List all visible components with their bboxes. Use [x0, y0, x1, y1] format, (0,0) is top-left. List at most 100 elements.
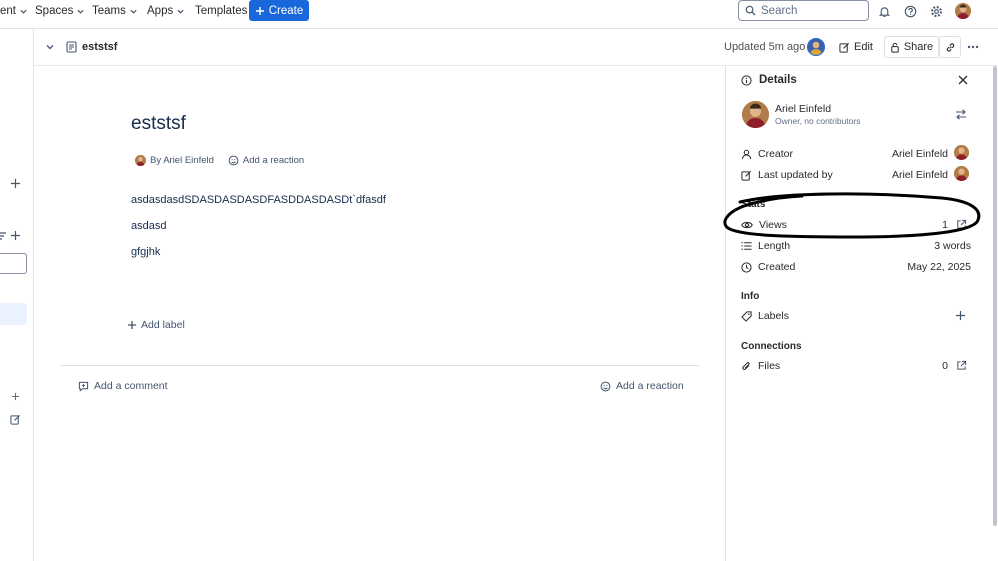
nav-item-content[interactable]: ent [0, 0, 28, 22]
sidebar-edit-button[interactable] [10, 414, 21, 425]
add-label-details-button[interactable] [955, 310, 966, 321]
info-heading: Info [741, 291, 760, 302]
document-icon [66, 41, 77, 53]
nav-item-teams[interactable]: Teams [92, 0, 138, 22]
paragraph-2: asdasd [131, 220, 167, 232]
sidebar-add-content-button[interactable] [10, 230, 21, 241]
nav-item-templates[interactable]: Templates [195, 0, 247, 22]
avatar-image-icon [954, 166, 969, 181]
plus-icon [955, 310, 966, 321]
plus-icon [10, 230, 21, 241]
sidebar-filter-button[interactable] [0, 231, 6, 241]
clock-icon [741, 261, 752, 273]
help-button[interactable] [902, 3, 918, 19]
page-icon [66, 41, 77, 53]
plus-icon [10, 178, 21, 189]
avatar-image-icon [808, 39, 824, 55]
settings-button[interactable] [928, 3, 944, 19]
left-sidebar [0, 29, 34, 561]
plus-icon [255, 6, 264, 15]
owner-avatar[interactable] [742, 101, 769, 128]
page-title: eststsf [131, 113, 186, 134]
sidebar-add-button[interactable] [10, 178, 21, 189]
chevron-down-icon [20, 9, 27, 14]
details-scrollbar[interactable] [993, 66, 997, 526]
copy-link-button[interactable] [939, 36, 961, 58]
sidebar-selected-item[interactable] [0, 303, 27, 325]
last-updated-row: Last updated by [741, 169, 833, 181]
notifications-button[interactable] [876, 3, 892, 19]
last-updated-avatar[interactable] [954, 166, 969, 181]
collapse-button[interactable] [45, 42, 55, 52]
creator-avatar[interactable] [954, 145, 969, 160]
add-label-button[interactable]: Add label [127, 319, 185, 331]
edit-icon [741, 170, 752, 181]
lock-icon [891, 42, 899, 53]
avatar-image-icon [135, 155, 146, 166]
person-icon [741, 149, 752, 159]
profile-avatar[interactable] [955, 3, 971, 19]
details-header: Details [741, 74, 797, 86]
external-link-icon [957, 360, 967, 370]
add-reaction-bottom-button[interactable]: Add a reaction [600, 380, 684, 392]
avatar-image-icon [955, 3, 971, 19]
gear-icon [930, 5, 942, 17]
list-icon [741, 242, 752, 250]
close-details-button[interactable] [958, 75, 968, 85]
tag-icon [741, 310, 752, 322]
connections-heading: Connections [741, 341, 802, 352]
creator-value[interactable]: Ariel Einfeld [870, 148, 948, 160]
plus-icon [128, 321, 136, 329]
last-updated-value[interactable]: Ariel Einfeld [870, 169, 948, 181]
files-row: Files [741, 360, 780, 372]
info-icon [741, 74, 752, 86]
search-input[interactable]: Search [738, 0, 869, 21]
share-button[interactable]: Share [884, 36, 939, 58]
more-actions-button[interactable] [967, 45, 979, 49]
add-comment-button[interactable]: Add a comment [78, 380, 168, 392]
link-icon [946, 42, 954, 52]
creator-row: Creator [741, 148, 793, 160]
pencil-icon [839, 42, 850, 53]
more-horizontal-icon [967, 45, 979, 49]
edit-button[interactable]: Edit [836, 36, 876, 58]
nav-item-apps[interactable]: Apps [147, 0, 185, 22]
paragraph-3: gfgjhk [131, 246, 161, 258]
sidebar-add-small-button[interactable] [11, 392, 20, 401]
emoji-reaction-icon [228, 155, 239, 166]
chevron-down-icon [177, 9, 184, 14]
avatar-image-icon [954, 145, 969, 160]
swap-icon [956, 109, 966, 120]
updated-status: Updated 5m ago [724, 41, 806, 53]
create-button[interactable]: Create [249, 0, 309, 21]
chevron-down-icon [130, 9, 137, 14]
content-divider [60, 365, 699, 366]
sidebar-search-input[interactable] [0, 253, 27, 274]
author-avatar[interactable] [135, 155, 146, 166]
files-value: 0 [942, 360, 948, 372]
annotation-circle [723, 192, 981, 239]
owner-subtitle: Owner, no contributors [775, 116, 861, 126]
edit-icon [10, 414, 21, 425]
nav-item-spaces[interactable]: Spaces [35, 0, 85, 22]
add-reaction-button[interactable]: Add a reaction [243, 155, 304, 166]
created-value: May 22, 2025 [907, 261, 971, 273]
filter-icon [0, 232, 6, 240]
help-icon [904, 5, 916, 17]
breadcrumb-page-title[interactable]: eststsf [82, 41, 117, 53]
comment-icon [78, 381, 89, 392]
byline: By Ariel Einfeld Add a reaction [135, 155, 304, 166]
created-row: Created [741, 261, 795, 273]
chevron-down-icon [46, 45, 54, 50]
attachment-icon [742, 361, 750, 370]
author-byline[interactable]: By Ariel Einfeld [150, 155, 214, 166]
close-icon [958, 75, 968, 85]
change-owner-button[interactable] [955, 109, 967, 120]
chevron-down-icon [77, 9, 84, 14]
labels-row: Labels [741, 310, 789, 322]
owner-name[interactable]: Ariel Einfeld [775, 103, 831, 115]
files-open-button[interactable] [956, 360, 967, 371]
avatar-image-icon [742, 101, 769, 128]
bell-icon [878, 6, 890, 17]
collaborator-avatar[interactable] [807, 38, 825, 56]
